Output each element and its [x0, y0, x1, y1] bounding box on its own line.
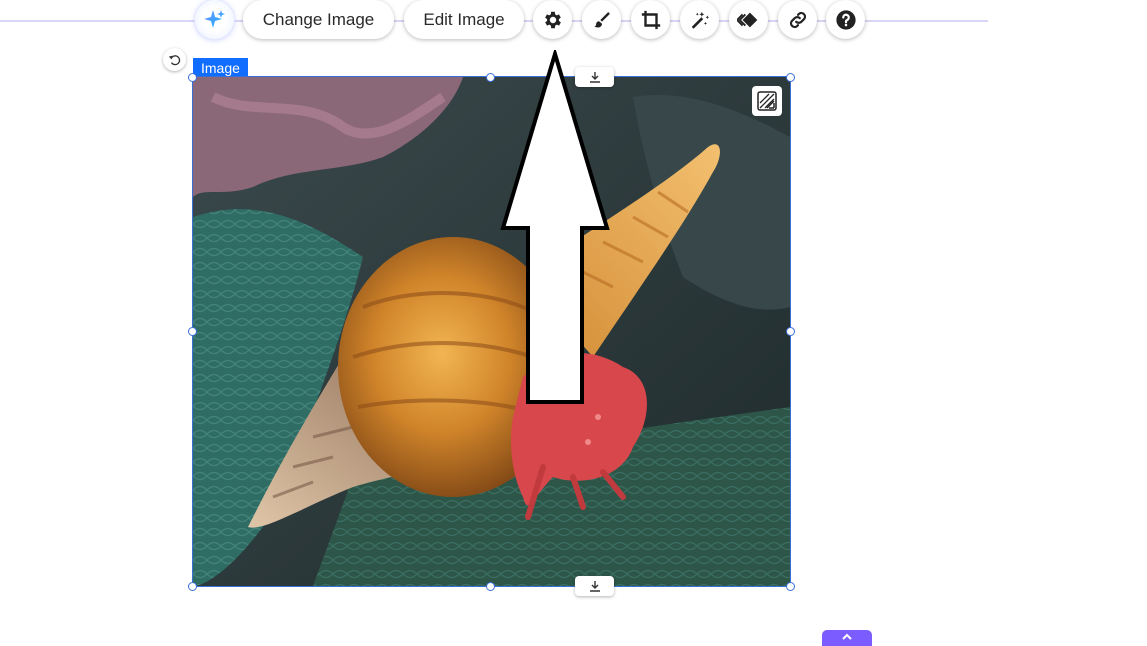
settings-button[interactable]: [533, 0, 572, 39]
brush-icon: [594, 11, 610, 27]
link-icon: [789, 11, 806, 28]
download-arrow-icon: [589, 581, 600, 592]
scroll-up-tab[interactable]: [822, 630, 872, 646]
link-button[interactable]: [778, 0, 817, 39]
stretch-top-button[interactable]: [575, 67, 614, 87]
help-button[interactable]: [826, 0, 865, 39]
editor-canvas: Change Image Edit Image Image: [0, 0, 1147, 646]
resize-handle-bottom-right[interactable]: [786, 582, 795, 591]
edit-image-label: Edit Image: [423, 9, 505, 29]
ai-tools-button[interactable]: [195, 0, 234, 39]
rotate-button[interactable]: [163, 48, 186, 71]
design-button[interactable]: [582, 0, 621, 39]
image-fit-icon: [757, 91, 777, 111]
rotate-icon: [168, 54, 180, 65]
resize-handle-top[interactable]: [486, 73, 495, 82]
crop-button[interactable]: [631, 0, 670, 39]
edit-image-button[interactable]: Edit Image: [404, 0, 524, 39]
change-image-label: Change Image: [262, 9, 375, 29]
download-arrow-icon: [589, 72, 600, 83]
resize-handle-top-right[interactable]: [786, 73, 795, 82]
animation-icon: [736, 12, 757, 27]
change-image-button[interactable]: Change Image: [243, 0, 394, 39]
resize-handle-right[interactable]: [786, 327, 795, 336]
resize-handle-top-left[interactable]: [188, 73, 197, 82]
element-type-tag: Image: [193, 58, 248, 78]
stretch-bottom-button[interactable]: [575, 576, 614, 596]
focal-point-button[interactable]: [752, 86, 782, 116]
resize-handle-bottom[interactable]: [486, 582, 495, 591]
gear-icon: [544, 11, 561, 28]
help-icon: [835, 9, 856, 30]
resize-handle-left[interactable]: [188, 327, 197, 336]
ai-sparkle-icon: [203, 9, 225, 28]
enhance-button[interactable]: [680, 0, 719, 39]
resize-handle-bottom-left[interactable]: [188, 582, 197, 591]
chevron-up-icon: [842, 633, 852, 640]
magic-wand-icon: [691, 11, 709, 29]
selected-image[interactable]: [192, 76, 791, 587]
seashell-photo: [193, 77, 790, 586]
crop-icon: [641, 10, 660, 29]
animation-button[interactable]: [729, 0, 768, 39]
